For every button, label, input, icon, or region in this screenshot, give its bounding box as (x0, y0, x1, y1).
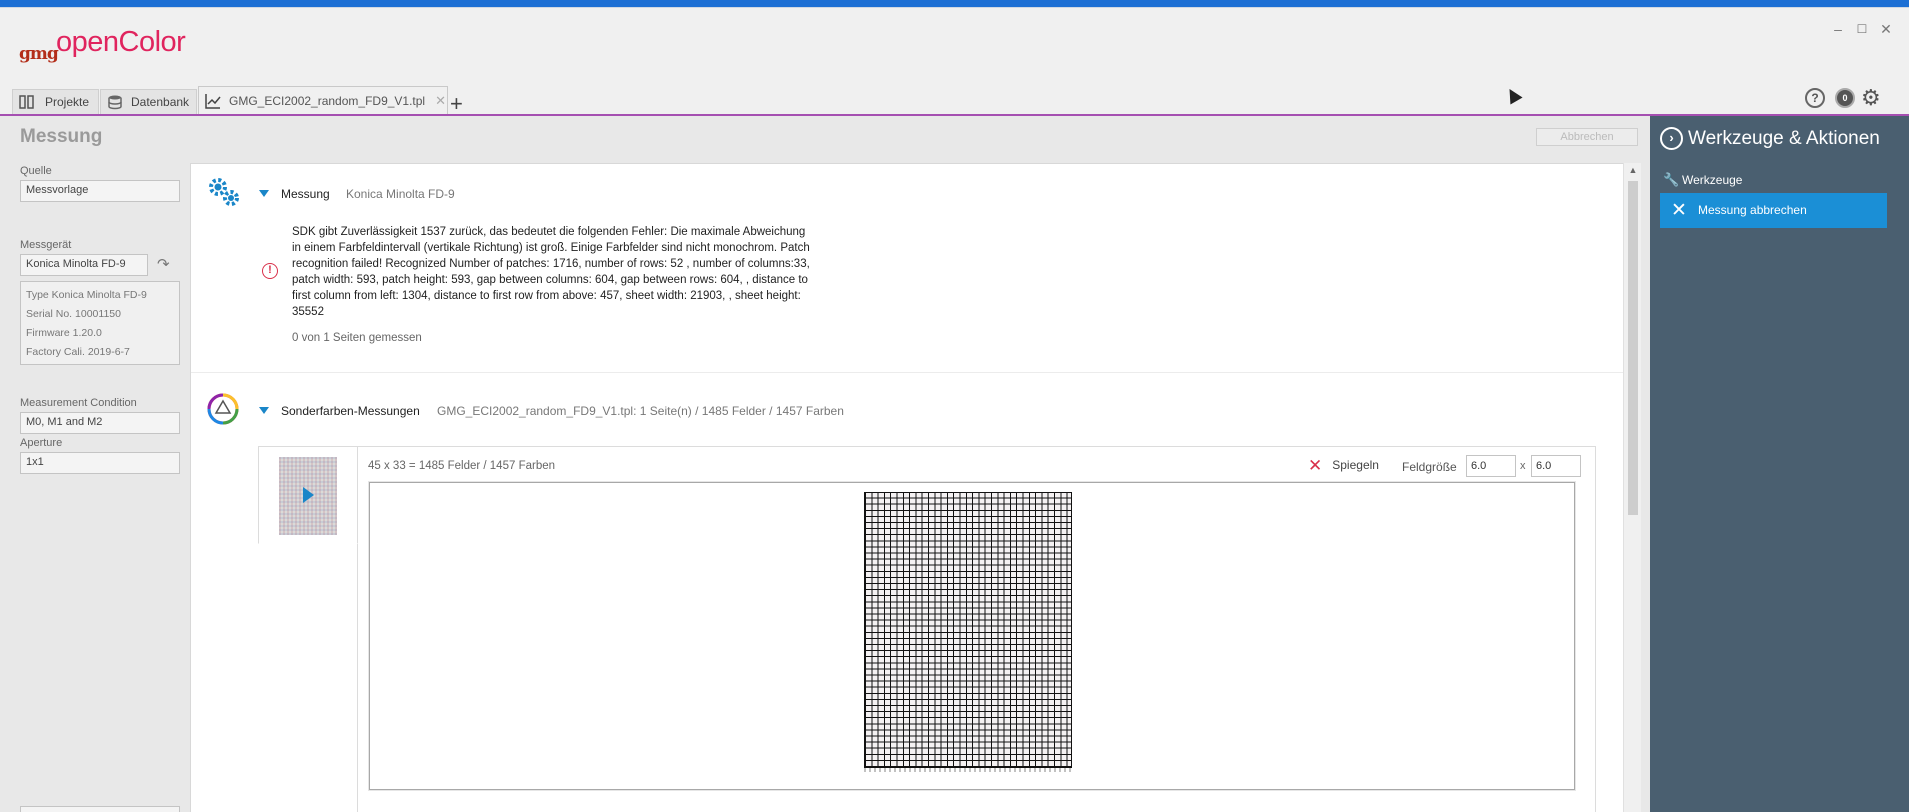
refresh-icon[interactable]: ↷ (157, 255, 170, 273)
projects-icon (19, 94, 37, 110)
chart-icon (205, 93, 221, 109)
collapse-measurement-icon[interactable] (259, 190, 269, 197)
cancel-button[interactable]: Abbrechen (1536, 128, 1638, 146)
logo-gmg: gmg (19, 44, 59, 64)
right-panel: › Werkzeuge & Aktionen 🔧 Werkzeuge ✕ Mes… (1650, 116, 1909, 812)
aperture-field[interactable]: 1x1 (20, 452, 180, 474)
settings-icon[interactable]: ⚙ (1861, 85, 1881, 111)
help-icon[interactable]: ? (1805, 88, 1825, 108)
page-title: Messung (20, 126, 103, 147)
device-calibration: Factory Cali. 2019-6-7 (26, 346, 130, 358)
patch-grid (864, 492, 1072, 768)
error-icon: ! (262, 263, 278, 279)
scrollbar-thumb[interactable] (1628, 181, 1638, 515)
app-window: gmg openColor – ☐ ✕ Projekte Datenbank G… (0, 7, 1909, 812)
measurement-device: Konica Minolta FD-9 (346, 187, 455, 201)
field-count-info: 45 x 33 = 1485 Felder / 1457 Farben (368, 460, 556, 472)
measurement-title: Messung (281, 187, 330, 201)
main-area: Abbrechen Messung Konica Minolta FD-9 ! … (190, 116, 1650, 812)
device-type: Type Konica Minolta FD-9 (26, 289, 147, 301)
collapse-panel-icon[interactable]: › (1660, 127, 1683, 150)
tab-datenbank[interactable]: Datenbank (100, 89, 197, 114)
collapse-spot-icon[interactable] (259, 407, 269, 414)
title-bar: gmg openColor – ☐ ✕ (0, 8, 1909, 83)
field-width-input[interactable]: 6.0 (1466, 455, 1516, 477)
close-tab-icon[interactable]: ✕ (435, 93, 446, 109)
field-size-separator: x (1520, 460, 1526, 472)
field-height-input[interactable]: 6.0 (1531, 455, 1581, 477)
spot-title: Sonderfarben-Messungen (281, 404, 420, 418)
maximize-button[interactable]: ☐ (1853, 20, 1871, 38)
content-panel: Messung Konica Minolta FD-9 ! SDK gibt Z… (190, 163, 1623, 812)
source-field[interactable]: Messvorlage (20, 180, 180, 202)
left-bottom-field[interactable] (20, 806, 180, 812)
section-divider (191, 372, 1623, 373)
scroll-up-icon[interactable]: ▲ (1628, 165, 1638, 175)
left-panel: Messung Quelle Messvorlage Messgerät Kon… (0, 116, 190, 812)
page-thumbnail-tab[interactable] (258, 446, 358, 544)
close-window-button[interactable]: ✕ (1877, 20, 1895, 38)
thumbnail-strip (258, 544, 358, 812)
vertical-scrollbar[interactable]: ▲ (1623, 163, 1641, 812)
field-size-label: Feldgröße (1402, 460, 1457, 474)
spot-description: GMG_ECI2002_random_FD9_V1.tpl: 1 Seite(n… (437, 404, 844, 418)
tab-label: Projekte (45, 95, 90, 109)
wrench-icon: 🔧 (1663, 172, 1680, 187)
database-icon (107, 94, 123, 110)
chart-preview-canvas[interactable] (369, 482, 1575, 790)
tab-label: Datenbank (131, 95, 190, 109)
color-wheel-icon (207, 393, 239, 428)
tab-bar: Projekte Datenbank GMG_ECI2002_random_FD… (0, 83, 1909, 116)
source-label: Quelle (20, 165, 52, 177)
gears-icon (207, 176, 241, 211)
device-firmware: Firmware 1.20.0 (26, 327, 102, 339)
cancel-measurement-button[interactable]: ✕ Messung abbrechen (1660, 193, 1887, 228)
error-message: SDK gibt Zuverlässigkeit 1537 zurück, da… (292, 226, 810, 318)
patch-grid-footer (864, 768, 1072, 772)
device-serial: Serial No. 10001150 (26, 308, 121, 320)
tab-projekte[interactable]: Projekte (12, 89, 99, 114)
page-thumbnail (279, 457, 337, 535)
aperture-label: Aperture (20, 437, 63, 449)
tab-template-file[interactable]: GMG_ECI2002_random_FD9_V1.tpl ✕ (198, 86, 448, 114)
logo-opencolor: openColor (56, 26, 186, 58)
mirror-label: Spiegeln (1332, 458, 1379, 472)
device-field[interactable]: Konica Minolta FD-9 (20, 254, 148, 276)
mirror-off-icon: ✕ (1308, 456, 1323, 475)
cancel-icon: ✕ (1671, 200, 1687, 221)
notification-badge[interactable]: 0 (1835, 88, 1855, 108)
tools-label: Werkzeuge (1682, 173, 1743, 187)
action-label: Messung abbrechen (1698, 203, 1807, 217)
add-tab-button[interactable]: + (450, 93, 463, 115)
device-label: Messgerät (20, 239, 72, 251)
play-icon[interactable] (303, 487, 314, 503)
device-info-box: Type Konica Minolta FD-9 Serial No. 1000… (20, 281, 180, 365)
pages-measured: 0 von 1 Seiten gemessen (292, 332, 422, 344)
right-panel-title: Werkzeuge & Aktionen (1688, 128, 1880, 149)
mirror-toggle[interactable]: ✕ Spiegeln (1308, 456, 1379, 476)
condition-field[interactable]: M0, M1 and M2 (20, 412, 180, 434)
condition-label: Measurement Condition (20, 397, 137, 409)
minimize-button[interactable]: – (1829, 20, 1847, 38)
tab-label: GMG_ECI2002_random_FD9_V1.tpl (229, 93, 426, 108)
